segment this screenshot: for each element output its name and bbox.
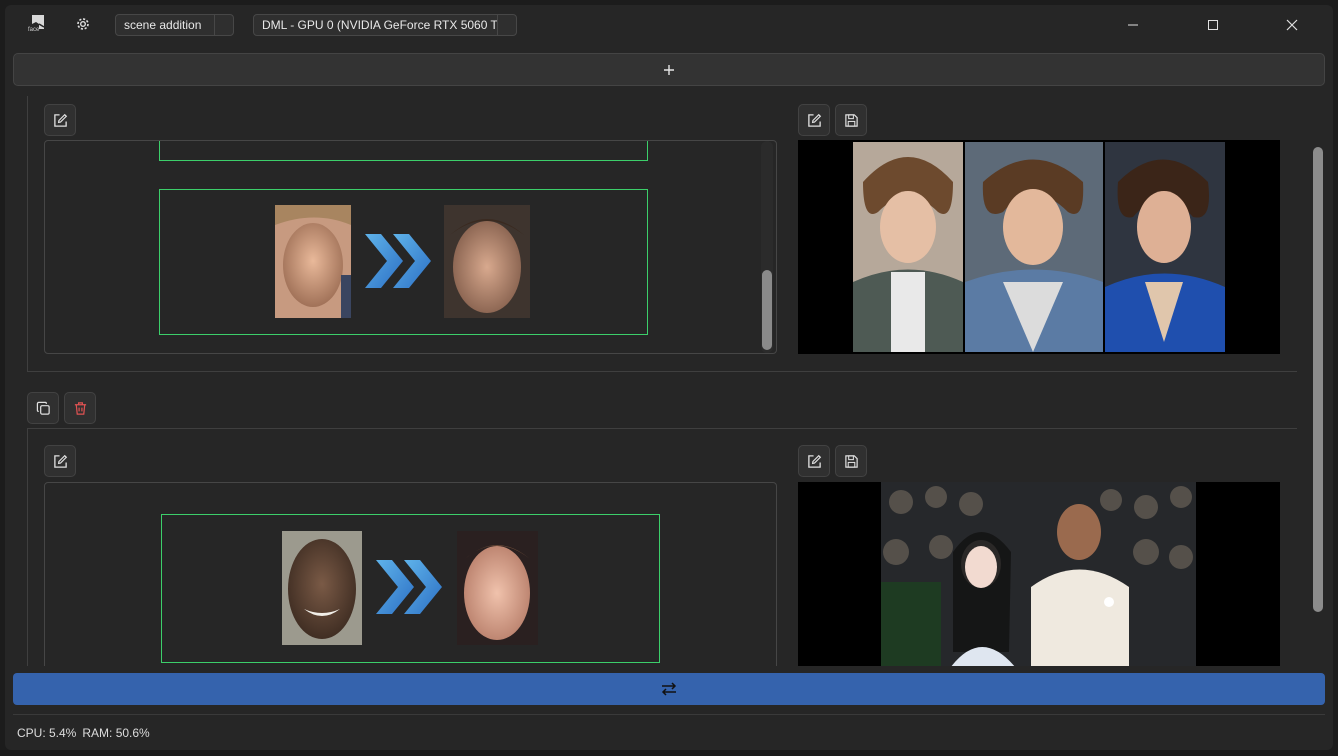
chevrons-right-icon: [376, 560, 442, 614]
plus-icon: [664, 64, 674, 75]
edit-faces-button[interactable]: [44, 445, 76, 477]
face-list-scroll-thumb[interactable]: [762, 270, 772, 350]
main-scroll-thumb[interactable]: [1313, 147, 1323, 612]
mode-select[interactable]: scene addition: [115, 14, 234, 36]
mode-select-value: scene addition: [124, 18, 202, 32]
source-face-image: [282, 531, 362, 645]
save-icon: [844, 454, 858, 468]
swap-faces-button[interactable]: [13, 673, 1325, 705]
chevrons-right-icon: [365, 234, 431, 288]
maximize-button[interactable]: [1191, 10, 1235, 40]
target-face-image: [444, 205, 530, 318]
scene-photo: [853, 142, 1225, 352]
edit-icon: [53, 454, 67, 468]
gear-icon: [77, 18, 89, 30]
edit-scene-button[interactable]: [798, 104, 830, 136]
face-pair-card[interactable]: [159, 189, 648, 335]
source-face-image: [276, 140, 351, 141]
edit-faces-button[interactable]: [44, 104, 76, 136]
scene-card-2: [27, 428, 1297, 666]
duplicate-scene-button[interactable]: [27, 392, 59, 424]
face-list-scrollbar[interactable]: [761, 141, 773, 353]
scene-photo: [881, 482, 1196, 666]
edit-icon: [53, 113, 67, 127]
minimize-icon: [1128, 24, 1138, 26]
edit-icon: [807, 113, 821, 127]
face-pair-list: [44, 140, 777, 354]
ram-usage: RAM: 50.6%: [82, 725, 150, 740]
scene-preview-image: [798, 482, 1280, 666]
target-face-image: [444, 140, 529, 141]
face-pair-list: [44, 482, 777, 666]
device-select-value: DML - GPU 0 (NVIDIA GeForce RTX 5060 Ti): [262, 18, 497, 32]
app-logo-text: face: [28, 27, 40, 33]
scene-preview-image: [798, 140, 1280, 354]
add-scene-button[interactable]: [13, 53, 1325, 86]
status-bar: CPU: 5.4% RAM: 50.6%: [13, 714, 1325, 750]
close-button[interactable]: [1270, 10, 1314, 40]
target-face-image: [457, 531, 538, 645]
cpu-usage: CPU: 5.4%: [17, 725, 77, 740]
edit-icon: [807, 454, 821, 468]
settings-button[interactable]: [72, 13, 94, 35]
maximize-icon: [1208, 20, 1218, 30]
minimize-button[interactable]: [1111, 10, 1155, 40]
scene-card-1: [27, 96, 1297, 372]
swap-icon: [661, 682, 677, 696]
close-icon: [1286, 19, 1298, 31]
face-pair-card[interactable]: [161, 514, 660, 663]
face-pair-card[interactable]: [159, 140, 648, 161]
device-select-arrow[interactable]: [497, 15, 516, 35]
save-icon: [844, 113, 858, 127]
edit-scene-button[interactable]: [798, 445, 830, 477]
save-scene-button[interactable]: [835, 445, 867, 477]
copy-icon: [36, 401, 50, 415]
trash-icon: [74, 401, 86, 415]
source-face-image: [275, 205, 351, 318]
scenes-scroll-area[interactable]: [13, 96, 1297, 666]
mode-select-arrow[interactable]: [214, 15, 233, 35]
save-scene-button[interactable]: [835, 104, 867, 136]
device-select[interactable]: DML - GPU 0 (NVIDIA GeForce RTX 5060 Ti): [253, 14, 517, 36]
delete-scene-button[interactable]: [64, 392, 96, 424]
